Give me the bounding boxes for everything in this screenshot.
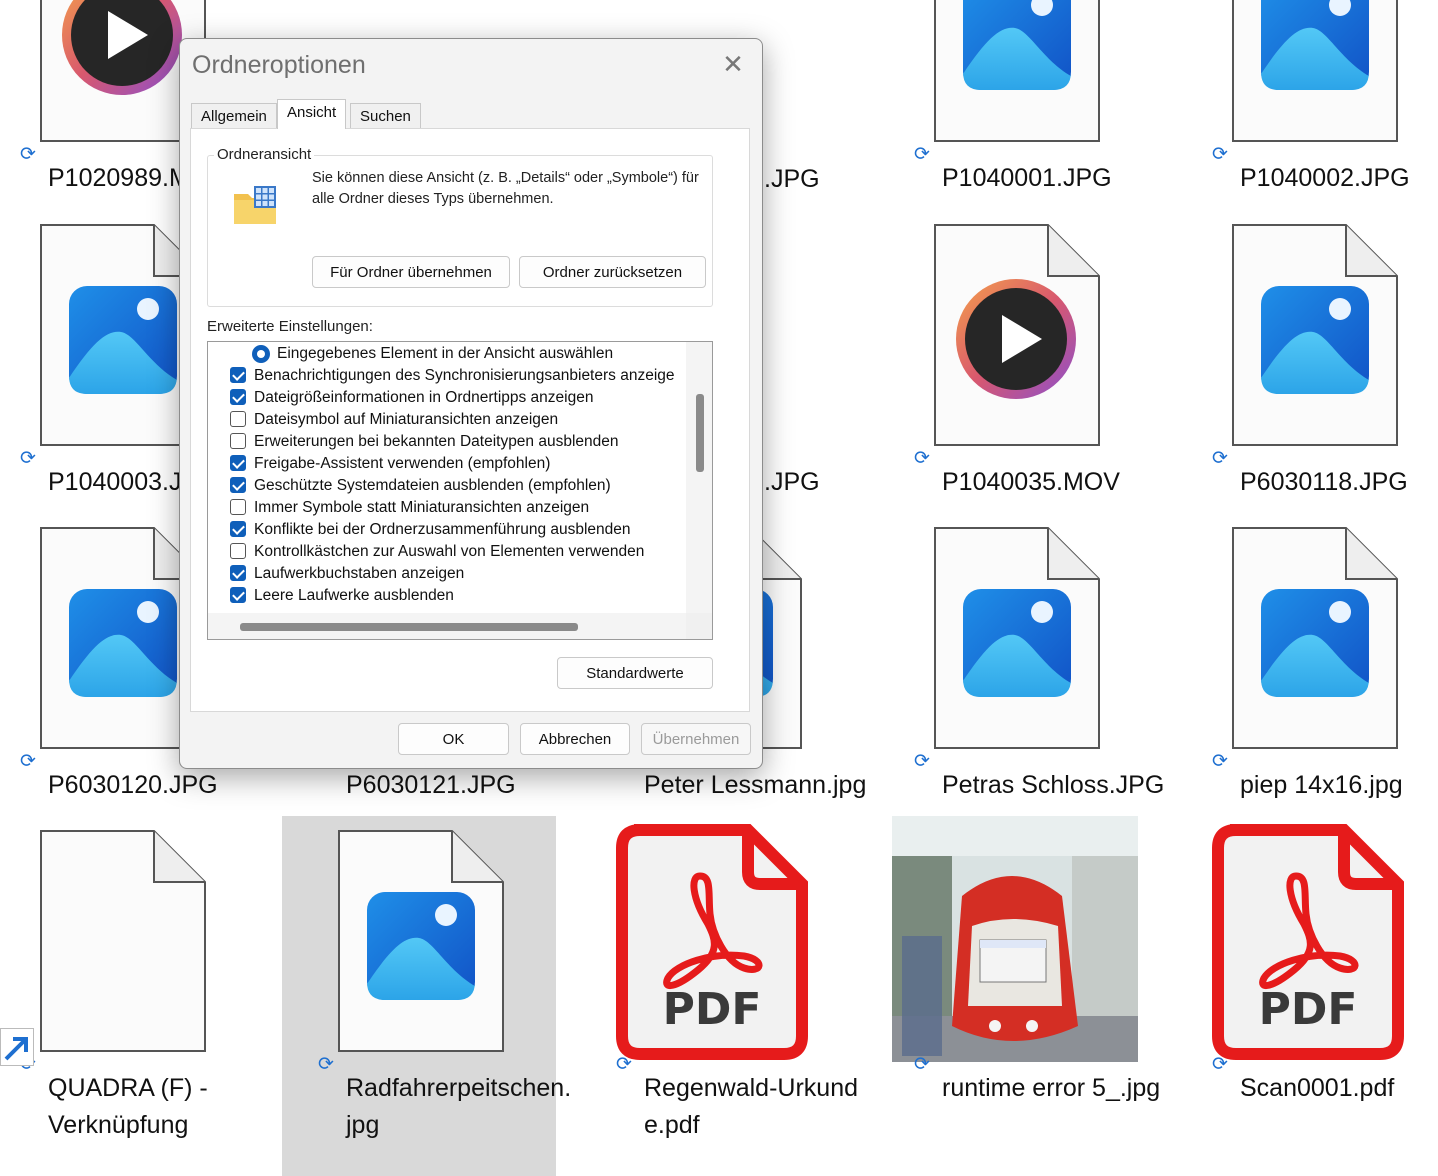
folder-view-group: Ordneransicht Sie können diese Ansicht (… [207,146,713,307]
sync-icon: ⟳ [20,751,36,772]
setting-label: Konflikte bei der Ordnerzusammenführung … [254,521,631,538]
checkbox[interactable] [230,521,246,537]
horizontal-scroll-thumb[interactable] [240,623,578,631]
file-name: Radfahrerpeitschen. jpg [346,1074,572,1139]
advanced-settings-label: Erweiterte Einstellungen: [207,318,373,335]
checkbox[interactable] [230,499,246,515]
checkbox[interactable] [230,367,246,383]
file-name: Peter Lessmann.jpg [644,771,867,799]
sync-icon: ⟳ [914,448,930,469]
file-name: P6030118.JPG [1240,468,1408,496]
checkbox[interactable] [230,587,246,603]
sync-icon: ⟳ [914,751,930,772]
svg-text:PDF: PDF [1259,984,1358,1035]
sync-icon: ⟳ [914,144,930,165]
reset-folders-button[interactable]: Ordner zurücksetzen [519,256,706,288]
file-name-partial: .JPG [764,468,820,496]
setting-label: Erweiterungen bei bekannten Dateitypen a… [254,433,619,450]
sync-icon: ⟳ [20,144,36,165]
file-name: runtime error 5_.jpg [942,1074,1161,1102]
checkbox[interactable] [230,543,246,559]
file-name: P6030121.JPG [346,771,516,799]
checkbox[interactable] [230,411,246,427]
checkbox[interactable] [230,433,246,449]
sync-icon: ⟳ [1212,751,1228,772]
setting-label: Freigabe-Assistent verwenden (empfohlen) [254,455,551,472]
vertical-scrollbar[interactable] [686,342,712,613]
file-name: piep 14x16.jpg [1240,771,1403,799]
sync-icon: ⟳ [20,448,36,469]
apply-button[interactable]: Übernehmen [641,723,751,755]
group-title: Ordneransicht [214,146,315,163]
folder-view-icon [232,184,278,224]
setting-label: Dateisymbol auf Miniaturansichten anzeig… [254,411,559,428]
apply-to-folders-button[interactable]: Für Ordner übernehmen [312,256,510,288]
tab-suchen[interactable]: Suchen [350,103,421,128]
close-icon[interactable]: ✕ [720,51,746,77]
file-name: Regenwald-Urkund e.pdf [644,1074,859,1139]
sync-icon: ⟳ [1212,448,1228,469]
sync-icon: ⟳ [1212,144,1228,165]
sync-icon: ⟳ [1212,1054,1228,1075]
vertical-scroll-thumb[interactable] [696,394,704,472]
tab-panel: Ordneransicht Sie können diese Ansicht (… [190,128,750,712]
file-name: Scan0001.pdf [1240,1074,1395,1102]
file-name: P1040035.MOV [942,468,1120,496]
dialog-title: Ordneroptionen [192,51,366,79]
setting-label: Dateigrößeinformationen in Ordnertipps a… [254,389,594,406]
file-name: P1040001.JPG [942,164,1112,192]
file-name: Petras Schloss.JPG [942,771,1165,799]
file-name-partial: .JPG [764,165,820,193]
sync-icon: ⟳ [914,1054,930,1075]
cancel-button[interactable]: Abbrechen [520,723,630,755]
checkbox[interactable] [230,565,246,581]
setting-label: Kontrollkästchen zur Auswahl von Element… [254,543,645,560]
defaults-button[interactable]: Standardwerte [557,657,713,689]
file-name: P1040002.JPG [1240,164,1410,192]
folder-options-dialog: Ordneroptionen ✕ Allgemein Ansicht Suche… [179,38,763,769]
shortcut-arrow-icon [0,1028,34,1066]
sync-icon: ⟳ [318,1054,334,1075]
checkbox[interactable] [230,477,246,493]
sync-icon: ⟳ [616,1054,632,1075]
file-name: P6030120.JPG [48,771,218,799]
horizontal-scrollbar[interactable] [208,613,686,639]
radio-button[interactable] [252,345,270,363]
setting-label: Eingegebenes Element in der Ansicht ausw… [277,345,614,362]
setting-label: Geschützte Systemdateien ausblenden (emp… [254,477,611,494]
setting-label: Laufwerkbuchstaben anzeigen [254,565,465,582]
file-name: QUADRA (F) - Verknüpfung [48,1074,208,1139]
advanced-settings-list[interactable]: Leere Laufwerke ausblenden Laufwerkbuchst… [207,341,713,640]
svg-text:PDF: PDF [663,984,762,1035]
checkbox[interactable] [230,389,246,405]
scroll-corner [686,613,712,639]
group-description: Sie können diese Ansicht (z. B. „Details… [312,170,699,207]
setting-label: Benachrichtigungen des Synchronisierungs… [254,367,675,384]
setting-label: Immer Symbole statt Miniaturansichten an… [254,499,590,516]
tab-ansicht[interactable]: Ansicht [277,99,347,129]
tab-allgemein[interactable]: Allgemein [191,103,277,128]
ok-button[interactable]: OK [398,723,509,755]
checkbox[interactable] [230,455,246,471]
setting-label: Leere Laufwerke ausblenden [254,587,454,604]
